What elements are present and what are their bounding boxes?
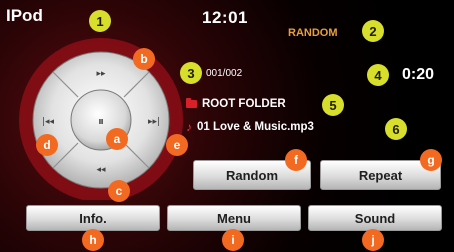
callout-5: 5 bbox=[322, 94, 344, 116]
skip-prev-icon[interactable]: |◂◂ bbox=[42, 117, 55, 127]
ipod-player-screen: IPod 12:01 RANDOM 001/002 0:20 ROOT FOLD… bbox=[0, 0, 454, 252]
fast-forward-icon[interactable]: ▸▸ bbox=[96, 69, 106, 79]
callout-4: 4 bbox=[367, 64, 389, 86]
song-title: 01 Love & Music.mp3 bbox=[197, 121, 314, 133]
pause-icon: ⏸ bbox=[98, 114, 104, 128]
folder-row: ROOT FOLDER bbox=[186, 98, 286, 110]
callout-e: e bbox=[166, 134, 188, 156]
skip-next-icon[interactable]: ▸▸| bbox=[148, 117, 160, 127]
callout-6: 6 bbox=[385, 118, 407, 140]
callout-g: g bbox=[420, 149, 442, 171]
callout-f: f bbox=[285, 149, 307, 171]
track-counter: 001/002 bbox=[206, 68, 243, 79]
callout-c: c bbox=[108, 180, 130, 202]
callout-b: b bbox=[133, 48, 155, 70]
callout-j: j bbox=[362, 229, 384, 251]
callout-3: 3 bbox=[180, 62, 202, 84]
rewind-icon[interactable]: ◂◂ bbox=[96, 165, 106, 175]
callout-h: h bbox=[82, 229, 104, 251]
callout-a: a bbox=[106, 128, 128, 150]
elapsed-time: 0:20 bbox=[402, 66, 435, 83]
song-row: ♪ 01 Love & Music.mp3 bbox=[186, 121, 314, 133]
callout-2: 2 bbox=[362, 20, 384, 42]
clock: 12:01 bbox=[202, 8, 248, 27]
info-button[interactable]: Info. bbox=[26, 205, 160, 231]
play-mode-label: RANDOM bbox=[288, 27, 338, 39]
sound-button[interactable]: Sound bbox=[308, 205, 442, 231]
folder-name: ROOT FOLDER bbox=[202, 98, 286, 110]
callout-i: i bbox=[222, 229, 244, 251]
callout-1: 1 bbox=[89, 10, 111, 32]
callout-d: d bbox=[36, 134, 58, 156]
menu-button[interactable]: Menu bbox=[167, 205, 301, 231]
